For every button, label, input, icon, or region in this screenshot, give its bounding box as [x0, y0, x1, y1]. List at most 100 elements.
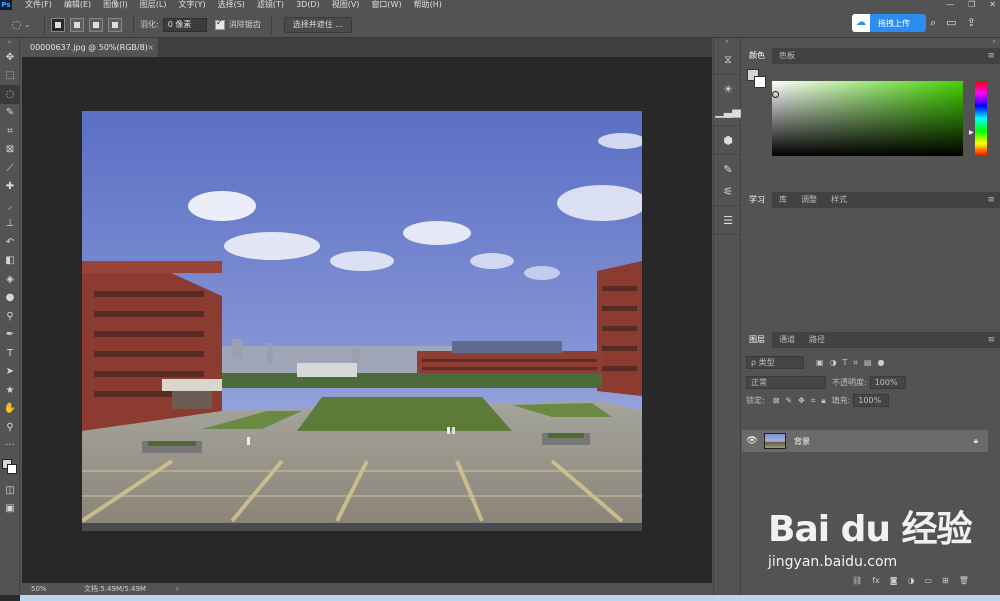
antialias-checkbox[interactable]	[214, 18, 225, 30]
menu-file[interactable]: 文件(F)	[25, 0, 52, 10]
move-tool-icon[interactable]: ✥	[0, 48, 20, 67]
document-image[interactable]	[82, 111, 642, 531]
collapse-icon[interactable]: »	[0, 38, 19, 48]
menu-image[interactable]: 图像(I)	[103, 0, 128, 10]
collapse-icon[interactable]: «	[714, 38, 740, 46]
type-tool-icon[interactable]: T	[0, 344, 20, 363]
more-tools-icon[interactable]: ···	[0, 437, 20, 456]
layer-kind-filter[interactable]: ρ 类型	[746, 356, 804, 369]
menu-3d[interactable]: 3D(D)	[296, 0, 320, 10]
minimize-button[interactable]: —	[946, 0, 954, 10]
history-brush-icon[interactable]: ↶	[0, 233, 20, 252]
quick-select-tool-icon[interactable]: ✎	[0, 104, 20, 123]
filter-toggle-icon[interactable]: ●	[878, 358, 885, 367]
restore-button[interactable]: ❐	[968, 0, 975, 10]
tab-color[interactable]: 颜色	[742, 48, 772, 64]
histogram-panel-icon[interactable]: ▁▃▅	[714, 100, 742, 122]
lock-pixels-icon[interactable]: ✎	[785, 396, 792, 405]
blend-mode-select[interactable]: 正常	[746, 376, 826, 389]
panel-menu-icon[interactable]: ≡	[987, 192, 995, 208]
menu-edit[interactable]: 编辑(E)	[64, 0, 91, 10]
tab-libraries[interactable]: 库	[772, 192, 794, 208]
menu-window[interactable]: 窗口(W)	[371, 0, 401, 10]
workspace-icon[interactable]: ▭	[946, 16, 956, 30]
menu-type[interactable]: 文字(Y)	[178, 0, 205, 10]
color-picker-handle[interactable]	[772, 91, 779, 98]
new-selection-button[interactable]	[51, 17, 65, 32]
adjust-panel-icon[interactable]: ☀	[714, 78, 742, 100]
collapse-icon[interactable]: »	[742, 38, 1000, 46]
tool-preset-picker[interactable]: ◌ ⌄	[4, 15, 38, 35]
eyedropper-tool-icon[interactable]: ⟋	[0, 159, 20, 178]
crop-tool-icon[interactable]: ⌗	[0, 122, 20, 141]
menu-select[interactable]: 选择(S)	[218, 0, 245, 10]
close-tab-icon[interactable]: ×	[147, 38, 154, 57]
character-panel-icon[interactable]: ☰	[714, 209, 742, 231]
lock-all-icon[interactable]: 🔒︎	[821, 396, 825, 406]
tab-learn[interactable]: 学习	[742, 192, 772, 208]
hue-marker-icon[interactable]: ▶	[969, 129, 974, 136]
brush-panel-icon[interactable]: ✎	[714, 158, 742, 180]
frame-tool-icon[interactable]: ⊠	[0, 141, 20, 160]
eraser-tool-icon[interactable]: ◧	[0, 252, 20, 271]
paint-bucket-icon[interactable]: ◈	[0, 270, 20, 289]
tab-layers[interactable]: 图层	[742, 332, 772, 348]
share-icon[interactable]: ⇪	[967, 16, 976, 30]
adjustment-filter-icon[interactable]: ◑	[830, 358, 837, 367]
screen-mode-icon[interactable]: ▣	[0, 500, 20, 519]
healing-brush-icon[interactable]: ✚	[0, 178, 20, 197]
panel-menu-icon[interactable]: ≡	[987, 332, 995, 348]
lasso-tool-icon[interactable]: ◌	[0, 85, 20, 104]
shape-filter-icon[interactable]: ⌗	[853, 358, 858, 368]
fill-input[interactable]: 100%	[853, 394, 890, 407]
visibility-eye-icon[interactable]: 👁︎	[742, 436, 762, 446]
subtract-selection-button[interactable]	[89, 17, 103, 32]
menu-filter[interactable]: 滤镜(T)	[257, 0, 284, 10]
lock-transparent-icon[interactable]: ⊠	[773, 396, 780, 405]
zoom-level[interactable]: 50%	[31, 583, 47, 595]
color-swatches[interactable]	[0, 455, 20, 481]
history-panel-icon[interactable]: ⧖	[714, 49, 742, 71]
lock-artboard-icon[interactable]: ⌗	[811, 396, 816, 406]
hue-slider[interactable]: ▶	[969, 81, 987, 156]
menu-view[interactable]: 视图(V)	[332, 0, 360, 10]
background-swatch[interactable]	[754, 76, 766, 88]
tab-swatches[interactable]: 色板	[772, 48, 802, 64]
path-select-icon[interactable]: ➤	[0, 363, 20, 382]
upload-button[interactable]: ☁ 拖拽上传	[852, 14, 926, 32]
properties-panel-icon[interactable]: ⚟	[714, 180, 742, 202]
saturation-field[interactable]	[772, 81, 963, 156]
blur-tool-icon[interactable]: ●	[0, 289, 20, 308]
menu-layer[interactable]: 图层(L)	[140, 0, 167, 10]
status-menu-arrow[interactable]: ›	[176, 583, 179, 595]
shape-tool-icon[interactable]: ★	[0, 381, 20, 400]
smart-filter-icon[interactable]: ▤	[864, 358, 872, 367]
brush-tool-icon[interactable]: ⸝	[0, 196, 20, 215]
opacity-input[interactable]: 100%	[869, 376, 906, 389]
lock-position-icon[interactable]: ✥	[798, 396, 805, 405]
zoom-tool-icon[interactable]: ⚲	[0, 418, 20, 437]
pen-tool-icon[interactable]: ✒	[0, 326, 20, 345]
3d-panel-icon[interactable]: ⬢	[714, 129, 742, 151]
quick-mask-icon[interactable]: ◫	[0, 481, 20, 500]
search-icon[interactable]: ⌕	[930, 16, 936, 30]
menu-help[interactable]: 帮助(H)	[414, 0, 442, 10]
close-button[interactable]: ✕	[989, 0, 996, 10]
canvas-area[interactable]	[22, 57, 712, 583]
tab-styles[interactable]: 样式	[824, 192, 854, 208]
clone-stamp-icon[interactable]: ⊥	[0, 215, 20, 234]
background-color[interactable]	[7, 464, 17, 474]
feather-input[interactable]: 0 像素	[162, 17, 207, 32]
intersect-selection-button[interactable]	[108, 17, 122, 32]
tab-channels[interactable]: 通道	[772, 332, 802, 348]
marquee-tool-icon[interactable]: ⬚	[0, 67, 20, 86]
tab-paths[interactable]: 路径	[802, 332, 832, 348]
type-filter-icon[interactable]: T	[843, 358, 848, 367]
hand-tool-icon[interactable]: ✋	[0, 400, 20, 419]
tab-adjustments[interactable]: 调整	[794, 192, 824, 208]
add-selection-button[interactable]	[70, 17, 84, 32]
panel-menu-icon[interactable]: ≡	[987, 48, 995, 64]
document-tab[interactable]: 00000637.jpg @ 50%(RGB/8) ×	[22, 38, 158, 57]
select-and-mask-button[interactable]: 选择并遮住 ...	[283, 16, 352, 33]
dodge-tool-icon[interactable]: ⚲	[0, 307, 20, 326]
